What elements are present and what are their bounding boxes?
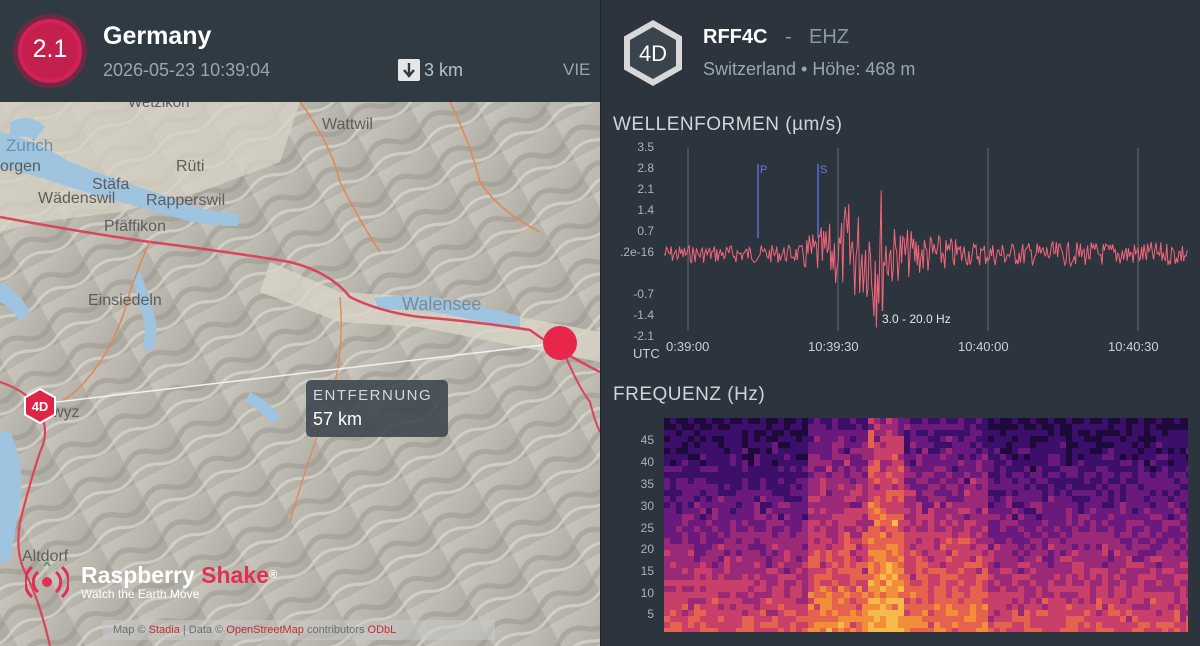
spectrogram-y-tick: 5 [647, 607, 654, 621]
event-datetime: 2026-05-23 10:39:04 [103, 60, 271, 80]
map-label-wadenswil: Wädenswil [38, 190, 116, 207]
attrib-map-prefix: Map © [113, 624, 146, 636]
raspberry-shake-logo[interactable]: Raspberry Shake® Watch the Earth Move [25, 562, 277, 602]
filter-band-label: 3.0 - 20.0 Hz [879, 311, 954, 327]
waveform-x-tick: 0:39:00 [666, 339, 710, 354]
waveform-y-tick: 2.8 [637, 161, 654, 175]
brand-reg: ® [268, 569, 278, 581]
waveform-y-tick: 3.5 [637, 140, 654, 154]
magnitude-value: 2.1 [32, 35, 68, 63]
distance-value: 57 km [313, 409, 363, 429]
spectrogram-y-tick: 35 [640, 477, 654, 491]
spectrogram-y-tick: 30 [640, 499, 654, 513]
map-label-rapperswil: Rapperswil [146, 192, 226, 209]
station-network-label: 4D [639, 41, 667, 66]
spectrogram-title: FREQUENZ (Hz) [613, 384, 766, 405]
event-panel: 2.1 Germany 2026-05-23 10:39:04 3 km VIE [0, 0, 600, 646]
brand-tagline: Watch the Earth Move [81, 587, 200, 601]
station-location: Switzerland • Höhe: 468 m [703, 59, 916, 79]
map-label-zurich: Zurich [6, 136, 54, 155]
map-label-ruti: Rüti [176, 158, 205, 175]
spectrogram-y-tick: 40 [640, 455, 654, 469]
waveform-plot[interactable] [664, 148, 1188, 331]
waveform-x-tick: 10:39:30 [808, 339, 859, 354]
map-attribution: Map © Stadia | Data © OpenStreetMap cont… [103, 620, 495, 640]
event-header: 2.1 Germany 2026-05-23 10:39:04 3 km VIE [0, 0, 600, 102]
station-separator: - [785, 26, 792, 48]
waveform-y-tick: -1.4 [633, 308, 654, 322]
s-pick-label: S [820, 164, 828, 176]
distance-tooltip: ENTFERNUNG 57 km [306, 380, 448, 437]
map-label-einsiedeln: Einsiedeln [88, 292, 162, 309]
shake-logo-icon [25, 562, 69, 599]
map-label-horgen: orgen [0, 158, 41, 175]
waveform-x-tick: 10:40:30 [1108, 339, 1159, 354]
waveform-y-tick: 2.1 [637, 182, 654, 196]
waveform-x-tick: 10:40:00 [958, 339, 1009, 354]
waveform-title: WELLENFORMEN (µm/s) [613, 114, 843, 135]
depth-info: 3 km [398, 57, 463, 83]
map-label-wetzikon: Wetzikon [128, 102, 190, 111]
p-pick-label: P [760, 164, 768, 176]
spectrogram-y-tick: 25 [640, 521, 654, 535]
distance-label: ENTFERNUNG [313, 387, 433, 404]
attrib-odbl-link[interactable]: ODbL [368, 624, 397, 636]
station-network-badge: 4D [624, 20, 682, 86]
spectrogram-y-tick: 45 [640, 433, 654, 447]
brand-name-a: Raspberry [81, 562, 195, 588]
arrow-down-icon [398, 59, 420, 81]
attrib-suffix: contributors [306, 624, 365, 636]
map-label-walensee: Walensee [402, 294, 482, 314]
map-label-wattwil: Wattwil [322, 116, 373, 133]
station-code: RFF4C [703, 26, 768, 48]
attrib-data-prefix: | Data © [182, 624, 224, 636]
waveform-y-tick: -0.7 [633, 287, 654, 301]
event-region: Germany [103, 22, 212, 50]
station-map-marker[interactable]: 4D [23, 388, 57, 424]
spectrogram-y-tick: 20 [640, 542, 654, 556]
spectrogram-y-tick: 15 [640, 564, 654, 578]
attrib-osm-link[interactable]: OpenStreetMap [226, 624, 304, 636]
waveform-y-tick: .2e-16 [619, 245, 654, 259]
waveform-y-tick: 0.7 [637, 224, 654, 238]
epicenter-marker[interactable] [543, 326, 577, 360]
waveform-y-tick: -2.1 [633, 329, 654, 343]
map-label-pfaffikon: Pfäffikon [104, 218, 166, 235]
waveform-y-tick: 1.4 [637, 203, 654, 217]
spectrogram-plot[interactable] [664, 418, 1188, 632]
waveform-x-axis-label: UTC [633, 346, 660, 361]
brand-name-b: Shake [201, 562, 269, 588]
station-map-marker-label: 4D [32, 399, 49, 414]
spectrogram-y-tick: 10 [640, 586, 654, 600]
depth-value: 3 km [424, 59, 464, 80]
attrib-map-link[interactable]: Stadia [149, 624, 180, 636]
event-source: VIE [563, 60, 591, 79]
station-channel: EHZ [809, 26, 849, 48]
